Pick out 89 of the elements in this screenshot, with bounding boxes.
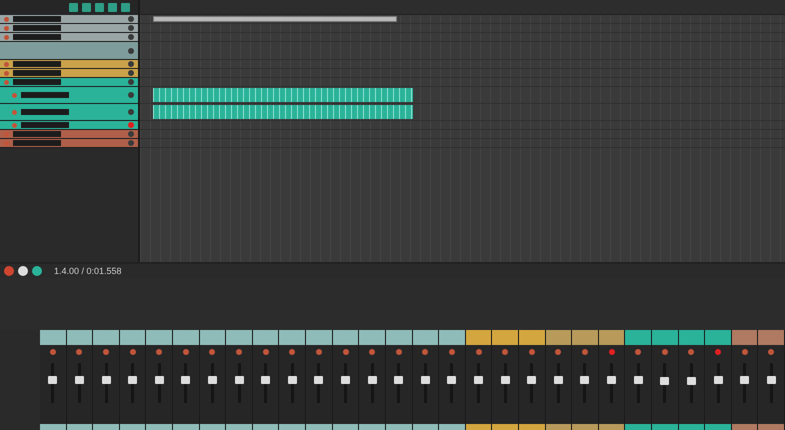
record-arm-button[interactable]	[396, 349, 402, 355]
record-arm-button[interactable]	[156, 349, 162, 355]
record-arm-button[interactable]	[582, 349, 588, 355]
record-arm-button[interactable]	[182, 349, 189, 355]
track-header[interactable]	[0, 130, 138, 139]
record-arm-button[interactable]	[768, 349, 774, 355]
record-arm-button[interactable]	[236, 349, 242, 355]
fader-handle[interactable]	[74, 376, 84, 384]
track-header[interactable]	[0, 104, 138, 121]
fader-handle[interactable]	[527, 376, 536, 384]
record-arm-button[interactable]	[128, 25, 134, 31]
fader-handle[interactable]	[208, 376, 217, 384]
fader-handle[interactable]	[48, 376, 58, 384]
track-header[interactable]	[0, 24, 138, 33]
fader-handle[interactable]	[154, 376, 164, 384]
record-arm-button[interactable]	[422, 349, 428, 355]
record-arm-button[interactable]	[50, 349, 56, 355]
record-arm-button[interactable]	[688, 349, 694, 355]
record-arm-button[interactable]	[128, 131, 134, 137]
record-arm-button[interactable]	[128, 48, 134, 54]
record-arm-button[interactable]	[128, 140, 134, 146]
fader-handle[interactable]	[714, 376, 723, 384]
record-arm-button[interactable]	[128, 16, 134, 22]
record-arm-button[interactable]	[209, 349, 216, 355]
record-arm-button[interactable]	[476, 349, 482, 355]
fader-handle[interactable]	[368, 376, 377, 384]
record-button[interactable]	[4, 266, 14, 276]
track-header[interactable]	[0, 87, 138, 104]
fader-handle[interactable]	[394, 376, 404, 384]
fader-handle[interactable]	[288, 376, 297, 384]
time-display: 1.4.00 / 0:01.558	[54, 266, 122, 276]
fader-handle[interactable]	[314, 376, 324, 384]
fader-handle[interactable]	[447, 376, 456, 384]
record-arm-button[interactable]	[128, 109, 134, 115]
record-icon[interactable]	[12, 110, 17, 114]
audio-item[interactable]	[153, 16, 397, 22]
track-name-field[interactable]	[21, 92, 69, 98]
track-header[interactable]	[0, 78, 138, 87]
fader-handle[interactable]	[474, 376, 484, 384]
record-arm-button[interactable]	[103, 349, 110, 355]
fader-handle[interactable]	[261, 376, 270, 384]
play-button[interactable]	[18, 266, 28, 276]
record-arm-button[interactable]	[128, 70, 134, 76]
record-arm-button[interactable]	[528, 349, 535, 355]
record-arm-button[interactable]	[608, 349, 615, 355]
track-header[interactable]	[0, 121, 138, 130]
fader-handle[interactable]	[634, 376, 643, 384]
record-arm-button[interactable]	[555, 349, 562, 355]
fader-handle[interactable]	[607, 376, 616, 384]
fader-handle[interactable]	[766, 376, 776, 384]
fader-handle[interactable]	[128, 376, 138, 384]
record-arm-button[interactable]	[662, 349, 668, 355]
record-arm-button[interactable]	[369, 349, 376, 355]
record-arm-button[interactable]	[128, 122, 134, 128]
record-arm-button[interactable]	[128, 34, 134, 40]
fader-handle[interactable]	[686, 377, 696, 386]
track-header[interactable]	[0, 42, 138, 60]
record-arm-button[interactable]	[130, 349, 136, 355]
track-header[interactable]	[0, 60, 138, 69]
fader-handle[interactable]	[341, 376, 350, 384]
fader-handle[interactable]	[234, 376, 244, 384]
fader-handle[interactable]	[181, 376, 190, 384]
record-arm-button[interactable]	[128, 61, 134, 67]
record-arm-button[interactable]	[715, 349, 722, 355]
record-arm-button[interactable]	[502, 349, 508, 355]
track-header[interactable]	[0, 33, 138, 42]
record-icon[interactable]	[12, 92, 17, 98]
record-arm-button[interactable]	[635, 349, 642, 355]
record-arm-button[interactable]	[128, 79, 134, 85]
track-header[interactable]	[0, 139, 138, 148]
record-arm-button[interactable]	[262, 349, 269, 355]
fader-handle[interactable]	[554, 376, 563, 384]
track-header[interactable]	[0, 15, 138, 24]
fader-handle[interactable]	[102, 376, 111, 384]
record-arm-button[interactable]	[448, 349, 455, 355]
fader-handle[interactable]	[500, 376, 510, 384]
record-arm-button[interactable]	[342, 349, 348, 355]
fader-handle[interactable]	[420, 376, 430, 384]
record-arm-button[interactable]	[316, 349, 322, 355]
track-name-field[interactable]	[21, 109, 69, 115]
fader-handle[interactable]	[580, 376, 590, 384]
record-arm-button[interactable]	[128, 92, 134, 98]
track-header[interactable]	[0, 69, 138, 78]
record-arm-button[interactable]	[76, 349, 82, 355]
fader-handle[interactable]	[660, 377, 670, 386]
record-arm-button[interactable]	[289, 349, 296, 355]
loop-button[interactable]	[32, 266, 42, 276]
record-arm-button[interactable]	[742, 349, 748, 355]
fader-handle[interactable]	[740, 376, 750, 384]
